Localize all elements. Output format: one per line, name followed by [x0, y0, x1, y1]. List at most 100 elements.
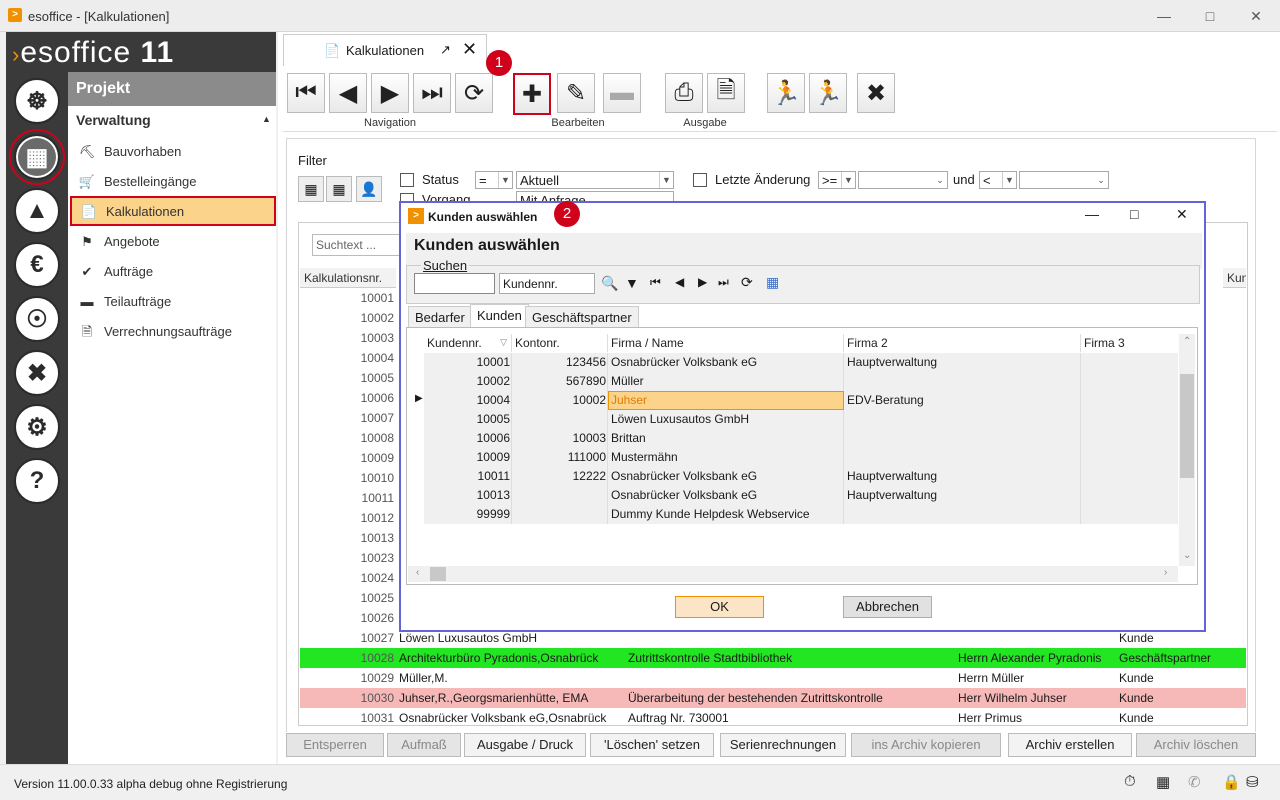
phone-icon[interactable]: ✆: [1188, 773, 1201, 791]
grid-filter-icon[interactable]: ▦: [766, 274, 779, 291]
col-firma3[interactable]: Firma 3: [1081, 334, 1178, 352]
dialog-maximize-button[interactable]: □: [1130, 206, 1138, 222]
print-button[interactable]: ⎙: [665, 73, 703, 113]
user-filter-icon[interactable]: 👤: [356, 176, 382, 202]
entsperren-button[interactable]: Entsperren: [286, 733, 384, 757]
archiv-erstellen-button[interactable]: Archiv erstellen: [1008, 733, 1132, 757]
tab-geschaeftspartner[interactable]: Geschäftspartner: [525, 306, 639, 328]
last-icon[interactable]: ⏭: [718, 275, 729, 290]
gears-icon[interactable]: ⚙: [14, 404, 60, 450]
archiv-loeschen-button[interactable]: Archiv löschen: [1136, 733, 1256, 757]
popout-icon[interactable]: ↗: [440, 42, 451, 58]
close-window-button[interactable]: ✕: [1246, 6, 1266, 26]
cancel-button[interactable]: ✖: [857, 73, 895, 113]
loeschen-setzen-button[interactable]: 'Löschen' setzen: [590, 733, 714, 757]
status-value-select[interactable]: Aktuell ▼: [516, 171, 674, 189]
column-header-kalkulationsnr[interactable]: Kalkulationsnr.: [300, 268, 396, 288]
tab-bedarfer[interactable]: Bedarfer: [408, 306, 472, 328]
edit-button[interactable]: ✎: [557, 73, 595, 113]
customer-row[interactable]: 10013 Osnabrücker Volksbank eG Hauptverwal…: [424, 486, 1178, 505]
helm-icon[interactable]: ☸: [14, 78, 60, 124]
run-button[interactable]: 🏃: [767, 73, 805, 113]
aufmass-button[interactable]: Aufmaß: [387, 733, 461, 757]
ok-button[interactable]: OK: [675, 596, 764, 618]
vertical-scroll-thumb[interactable]: [1180, 374, 1194, 478]
col-kundennr[interactable]: Kundennr. ▽: [424, 334, 512, 352]
grid-search-input[interactable]: Suchtext ...: [312, 234, 408, 256]
date-operator-select-1[interactable]: >= ▼: [818, 171, 856, 189]
add-button[interactable]: ✚: [513, 73, 551, 115]
scroll-left-icon[interactable]: ‹: [416, 567, 419, 578]
sidebar-item-auftraege[interactable]: ✔ Aufträge: [70, 258, 276, 286]
collapse-caret-icon[interactable]: ▲: [262, 114, 271, 124]
minimize-button[interactable]: —: [1154, 6, 1174, 26]
refresh-icon[interactable]: ⟳: [741, 274, 753, 291]
serienrechnungen-button[interactable]: Serienrechnungen: [720, 733, 846, 757]
sidebar-item-angebote[interactable]: ⚑ Angebote: [70, 228, 276, 256]
sidebar-item-bauvorhaben[interactable]: ⛏ Bauvorhaben: [70, 138, 276, 166]
horizontal-scrollbar[interactable]: [408, 566, 1178, 582]
tools-icon[interactable]: ✖: [14, 350, 60, 396]
col-firma2[interactable]: Firma 2: [844, 334, 1081, 352]
scroll-right-icon[interactable]: ›: [1164, 567, 1167, 578]
status-operator-select[interactable]: = ▼: [475, 171, 513, 189]
dialog-minimize-button[interactable]: —: [1085, 206, 1099, 222]
customer-row[interactable]: 99999 Dummy Kunde Helpdesk Webservice: [424, 505, 1178, 524]
table-row[interactable]: 10031 Osnabrücker Volksbank eG,Osnabrück A…: [300, 708, 1246, 728]
col-kontonr[interactable]: Kontonr.: [512, 334, 608, 352]
customer-row[interactable]: 10001 123456 Osnabrücker Volksbank eG Haupt…: [424, 353, 1178, 372]
headset-icon[interactable]: ☉: [14, 296, 60, 342]
previous-record-button[interactable]: ◀: [329, 73, 367, 113]
date-from-select[interactable]: ⌄: [858, 171, 948, 189]
date-operator-select-2[interactable]: < ▼: [979, 171, 1017, 189]
help-icon[interactable]: ?: [14, 458, 60, 504]
funnel-icon[interactable]: ▼: [625, 275, 639, 291]
lock-icon[interactable]: 🔒: [1222, 773, 1241, 791]
sidebar-item-kalkulationen[interactable]: 📄 Kalkulationen: [70, 196, 276, 226]
sidebar-item-verrechnungsauftraege[interactable]: 🗎 Verrechnungsaufträge: [70, 318, 276, 346]
scroll-down-icon[interactable]: ⌄: [1183, 550, 1191, 561]
dialog-search-input[interactable]: [414, 273, 495, 294]
panel-section-title[interactable]: Verwaltung: [76, 112, 151, 128]
customer-row[interactable]: 10005 Löwen Luxusautos GmbH: [424, 410, 1178, 429]
next-icon[interactable]: ▶: [698, 275, 707, 289]
delete-button[interactable]: ▬: [603, 73, 641, 113]
alarm-light-icon[interactable]: ▲: [14, 188, 60, 234]
customer-row[interactable]: 10004 10002 Juhser EDV-Beratung: [424, 391, 1178, 410]
scroll-up-icon[interactable]: ⌃: [1183, 336, 1191, 347]
status-checkbox[interactable]: [400, 173, 414, 187]
table-row[interactable]: 10030 Juhser,R.,Georgsmarienhütte, EMA Übe…: [300, 688, 1246, 708]
tab-kunden[interactable]: Kunden: [470, 304, 529, 328]
filter-grid-alt-icon[interactable]: ▦: [326, 176, 352, 202]
run-fast-button[interactable]: 🏃: [809, 73, 847, 113]
building-icon[interactable]: ▦: [1156, 773, 1170, 791]
horizontal-scroll-thumb[interactable]: [430, 567, 446, 581]
customer-row[interactable]: 10009 111000 Mustermähn: [424, 448, 1178, 467]
first-record-button[interactable]: ⏮: [287, 73, 325, 113]
last-record-button[interactable]: ⏭: [413, 73, 451, 113]
export-button[interactable]: 🗎: [707, 73, 745, 113]
tab-kalkulationen[interactable]: 📄 Kalkulationen ↗ ✕: [283, 34, 487, 66]
filter-grid-icon[interactable]: ▦: [298, 176, 324, 202]
date-to-select[interactable]: ⌄: [1019, 171, 1109, 189]
column-header-kunde[interactable]: Kun: [1223, 268, 1246, 288]
first-icon[interactable]: ⏮: [650, 275, 661, 290]
ausgabe-druck-button[interactable]: Ausgabe / Druck: [464, 733, 586, 757]
table-row[interactable]: 10029 Müller,M. Herrn Müller Kunde: [300, 668, 1246, 688]
close-tab-icon[interactable]: ✕: [462, 39, 477, 60]
table-row[interactable]: 10028 Architekturbüro Pyradonis,Osnabrück…: [300, 648, 1246, 668]
col-firma[interactable]: Firma / Name: [608, 334, 844, 352]
database-icon[interactable]: ⛁: [1246, 773, 1259, 791]
dialog-close-button[interactable]: ✕: [1176, 206, 1188, 223]
sidebar-item-bestelleingaenge[interactable]: 🛒 Bestelleingänge: [70, 168, 276, 196]
search-field-select[interactable]: Kundennr.: [499, 273, 595, 294]
sidebar-item-teilauftraege[interactable]: ▬ Teilaufträge: [70, 288, 276, 316]
customer-row[interactable]: 10011 12222 Osnabrücker Volksbank eG Hauptv…: [424, 467, 1178, 486]
next-record-button[interactable]: ▶: [371, 73, 409, 113]
last-change-checkbox[interactable]: [693, 173, 707, 187]
euro-icon[interactable]: €: [14, 242, 60, 288]
search-icon[interactable]: 🔍: [601, 275, 618, 292]
refresh-button[interactable]: ⟳: [455, 73, 493, 113]
stopwatch-icon[interactable]: ⏱: [1124, 773, 1136, 790]
ins-archiv-kopieren-button[interactable]: ins Archiv kopieren: [851, 733, 1001, 757]
